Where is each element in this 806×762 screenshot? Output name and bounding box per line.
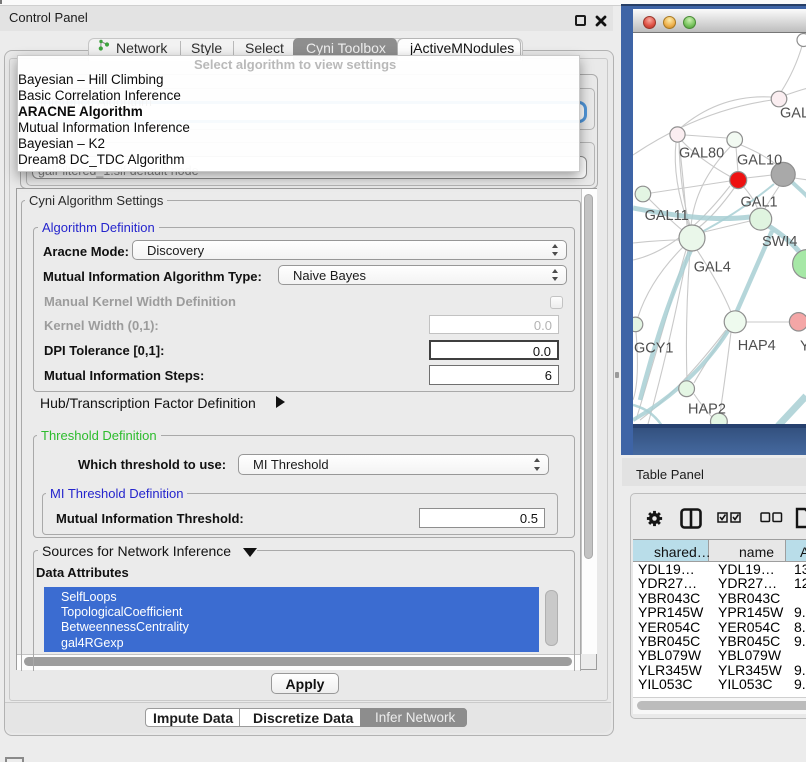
svg-text:GAL4: GAL4: [694, 260, 731, 276]
svg-text:HAP4: HAP4: [738, 338, 776, 354]
svg-text:GAL1: GAL1: [741, 195, 778, 211]
svg-text:HAP2: HAP2: [688, 402, 726, 418]
svg-text:GAL80: GAL80: [679, 146, 724, 162]
svg-text:GAL10: GAL10: [737, 153, 782, 169]
svg-text:GAL11: GAL11: [645, 208, 689, 224]
svg-text:GAL: GAL: [780, 106, 806, 122]
svg-text:SWI4: SWI4: [762, 234, 797, 250]
svg-text:GCY1: GCY1: [634, 341, 674, 357]
svg-text:Y: Y: [800, 339, 806, 355]
